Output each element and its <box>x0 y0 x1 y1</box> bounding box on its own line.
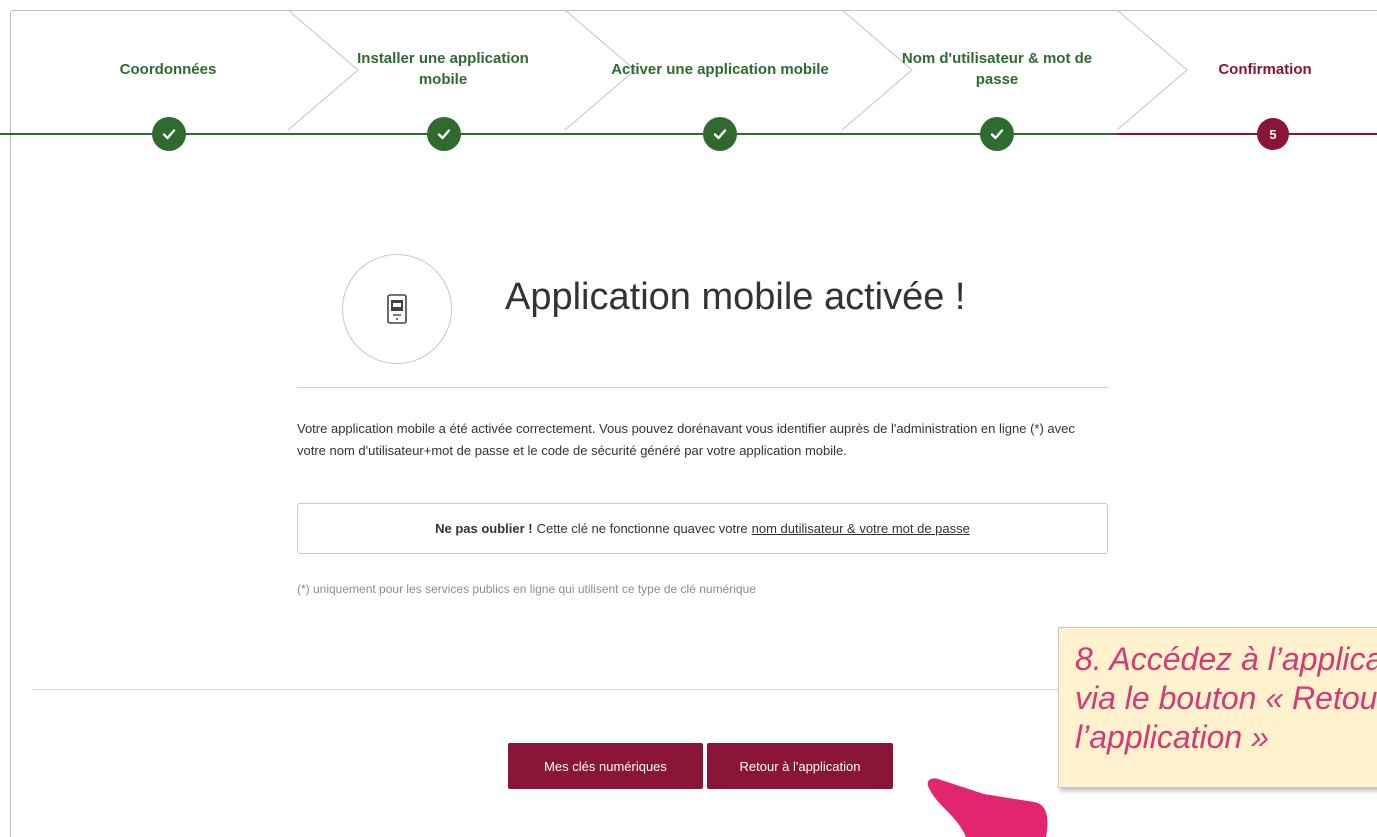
step-done-check-icon <box>703 117 737 151</box>
step-label-confirmation: Confirmation <box>1218 60 1312 78</box>
step-label-installer: Installer une application mobile <box>357 50 529 88</box>
back-to-application-button[interactable]: Retour à l'application <box>707 743 893 789</box>
step-done-check-icon <box>427 117 461 151</box>
step-done-check-icon <box>980 117 1014 151</box>
notice-heading: Ne pas oublier ! <box>435 521 533 536</box>
confirmation-message: Votre application mobile a été activée c… <box>297 421 1075 458</box>
my-digital-keys-button[interactable]: Mes clés numériques <box>508 743 703 789</box>
credentials-link[interactable]: nom dutilisateur & votre mot de passe <box>752 521 970 536</box>
instruction-callout: 8. Accédez à l’application via le bouton… <box>1058 627 1377 788</box>
callout-line-2: via le bouton « Retour à <box>1075 680 1377 716</box>
page-title: Application mobile activée ! <box>505 276 966 318</box>
footnote: (*) uniquement pour les services publics… <box>297 582 756 596</box>
callout-line-3: l’application » <box>1075 719 1269 755</box>
pointing-hand-icon <box>927 778 1048 837</box>
callout-text: 8. Accédez à l’application via le bouton… <box>1075 640 1377 757</box>
step-active-number: 5 <box>1257 118 1289 150</box>
reminder-notice: Ne pas oublier ! Cette clé ne fonctionne… <box>297 503 1108 554</box>
step-label-identifiants: Nom d'utilisateur & mot de passe <box>901 50 1093 88</box>
step-label-activer: Activer une application mobile <box>611 60 829 78</box>
mobile-app-icon <box>342 254 452 364</box>
callout-line-1: 8. Accédez à l’application <box>1075 641 1377 677</box>
step-done-check-icon <box>152 117 186 151</box>
title-divider <box>297 387 1108 388</box>
notice-text: Cette clé ne fonctionne quavec votre <box>536 521 748 536</box>
step-label-coordonnees: Coordonnées <box>119 60 217 78</box>
